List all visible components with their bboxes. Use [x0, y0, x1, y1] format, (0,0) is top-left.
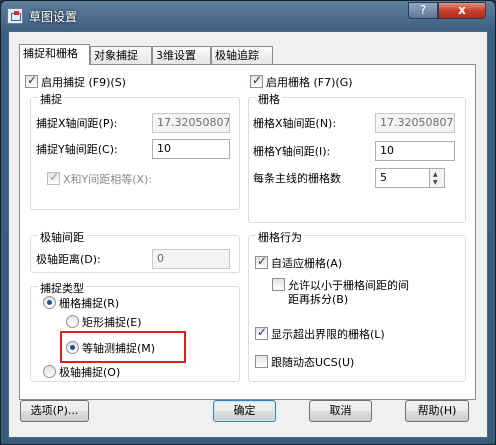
display-beyond-limits-checkbox[interactable]	[255, 325, 268, 340]
snap-type-group-label: 捕捉类型	[38, 280, 86, 296]
display-beyond-limits-label[interactable]: 显示超出界限的栅格(L)	[271, 326, 385, 342]
adaptive-grid-label[interactable]: 自适应栅格(A)	[271, 255, 342, 271]
grid-snap-label[interactable]: 栅格捕捉(R)	[59, 295, 119, 311]
drafting-app-icon	[7, 8, 23, 24]
window-title: 草图设置	[29, 10, 78, 24]
isometric-snap-radio[interactable]	[66, 341, 79, 354]
equal-xy-spacing-label: X和Y间距相等(X):	[63, 173, 153, 186]
tab-polar-tracking[interactable]: 极轴追踪	[211, 46, 273, 64]
major-line-spinner[interactable]: ▲ ▼	[430, 168, 445, 188]
polar-spacing-group-label: 极轴间距	[38, 229, 86, 245]
grid-x-spacing-input[interactable]: 17.32050807	[375, 113, 455, 133]
snap-x-spacing-input[interactable]: 17.32050807	[152, 113, 230, 133]
follow-dynamic-ucs-checkbox[interactable]	[255, 355, 268, 368]
tab-panel-snap-and-grid: 启用捕捉 (F9)(S) 捕捉 捕捉X轴间距(P): 17.32050807 捕…	[19, 64, 476, 400]
follow-dynamic-ucs-label[interactable]: 跟随动态UCS(U)	[271, 354, 354, 370]
major-line-every-input[interactable]: 5	[375, 168, 430, 188]
major-line-every-label: 每条主线的栅格数	[253, 172, 341, 185]
polar-distance-input[interactable]: 0	[152, 249, 230, 269]
grid-y-spacing-input[interactable]: 10	[375, 141, 455, 161]
ok-button[interactable]: 确定	[213, 400, 276, 422]
adaptive-grid-checkbox[interactable]	[255, 254, 268, 269]
equal-xy-spacing-checkbox[interactable]	[47, 170, 60, 185]
enable-snap-checkbox[interactable]	[25, 73, 38, 88]
spin-down-icon[interactable]: ▼	[433, 179, 438, 186]
grid-y-spacing-label: 栅格Y轴间距(I):	[253, 145, 331, 158]
cancel-button[interactable]: 取消	[309, 400, 372, 422]
grid-behavior-group-label: 栅格行为	[256, 229, 304, 245]
options-button[interactable]: 选项(P)...	[20, 400, 89, 422]
tab-3d-settings[interactable]: 3维设置	[152, 46, 211, 64]
polar-snap-label[interactable]: 极轴捕捉(O)	[59, 364, 120, 380]
grid-x-spacing-label: 栅格X轴间距(N):	[253, 117, 337, 130]
enable-grid-checkbox[interactable]	[250, 73, 263, 88]
enable-grid-label[interactable]: 启用栅格 (F7)(G)	[266, 74, 353, 90]
enable-snap-label[interactable]: 启用捕捉 (F9)(S)	[41, 74, 126, 90]
subdivide-grid-label-line2[interactable]: 距再拆分(B)	[288, 291, 348, 307]
dialog-client: 捕捉和栅格 对象捕捉 3维设置 极轴追踪 启用捕捉 (F9)(S) 捕捉 捕捉X…	[8, 31, 488, 438]
rectangular-snap-label[interactable]: 矩形捕捉(E)	[82, 314, 142, 330]
snap-x-spacing-label: 捕捉X轴间距(P):	[36, 117, 118, 130]
help-title-button[interactable]: ?	[408, 2, 438, 19]
tab-object-snap[interactable]: 对象捕捉	[90, 46, 152, 64]
close-button[interactable]: x	[438, 2, 486, 19]
grid-spacing-group-label: 栅格	[256, 91, 282, 107]
polar-distance-label: 极轴距离(D):	[36, 253, 101, 266]
polar-snap-radio[interactable]	[43, 365, 56, 378]
help-button[interactable]: 帮助(H)	[405, 400, 469, 422]
isometric-snap-label[interactable]: 等轴测捕捉(M)	[82, 340, 155, 356]
subdivide-grid-checkbox[interactable]	[272, 278, 285, 291]
grid-snap-radio[interactable]	[43, 296, 56, 309]
title-bar[interactable]: 草图设置 ? x	[1, 1, 495, 31]
tab-snap-and-grid[interactable]: 捕捉和栅格	[19, 44, 90, 65]
snap-y-spacing-label: 捕捉Y轴间距(C):	[36, 143, 118, 156]
rectangular-snap-radio[interactable]	[66, 315, 79, 328]
snap-spacing-group-label: 捕捉	[38, 91, 64, 107]
snap-y-spacing-input[interactable]: 10	[152, 139, 230, 159]
spin-up-icon[interactable]: ▲	[433, 171, 438, 178]
dialog-window: 草图设置 ? x 捕捉和栅格 对象捕捉 3维设置 极轴追踪 启用捕捉 (F9)(…	[0, 0, 496, 445]
